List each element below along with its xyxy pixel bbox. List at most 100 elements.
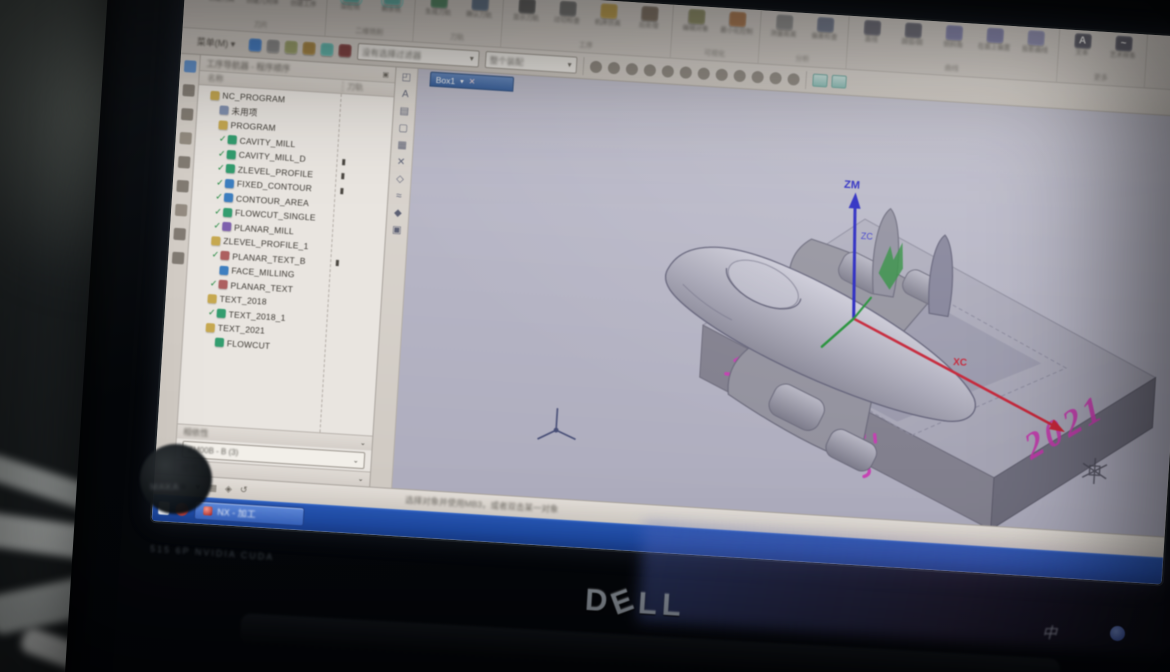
ribbon-button[interactable]: 生成刀轨 [420,0,456,31]
ribbon-button[interactable]: 剩余铣 [373,0,409,28]
resource-bar-icon[interactable] [179,132,192,145]
watermark-subtext: 中 [1042,622,1057,643]
toolpath-status-icon: ▮ [335,258,383,270]
selection-tool-icon[interactable] [320,43,334,57]
viewport-tool-icon[interactable]: ▤ [399,106,409,118]
toolpath-status-icon [332,306,380,309]
operation-icon [226,150,236,160]
ribbon-group: 生成刀轨 确认刀轨 刀轨 [413,0,504,47]
resource-bar-icon[interactable] [182,84,195,97]
selection-filter-combo[interactable]: 没有选择过滤器 ▾ [356,43,479,68]
ribbon-button-label: 文本 [1075,49,1088,57]
selection-scope-combo[interactable]: 整个装配 ▾ [484,51,577,74]
tree-indent [198,94,200,95]
ribbon-button-label: 直线 [865,36,878,44]
ribbon-button[interactable]: 确认刀轨 [461,0,497,34]
view-tool-icon[interactable] [715,68,728,81]
graphics-viewport[interactable]: Box1 ▾ ✕ [392,69,1170,537]
view-tool-icon[interactable] [697,67,710,80]
ribbon-button[interactable]: 最小化控制 [718,10,754,50]
close-icon[interactable]: ✕ [468,77,475,86]
view-tool-icon[interactable] [679,66,692,79]
ribbon-button[interactable]: A 文本 [1064,31,1100,71]
operation-navigator: 工序导航器 - 程序顺序 ▣ 名称 刀轨 [175,55,397,486]
selection-tool-icon[interactable] [302,41,316,55]
viewport-tool-icon[interactable]: A [402,89,409,100]
ribbon-button[interactable]: ~ 艺术样条 [1105,34,1141,74]
pin-icon[interactable]: ▣ [382,70,389,78]
resource-bar-icon[interactable] [183,60,196,73]
render-style-icon[interactable] [831,75,847,89]
resource-bar-icon[interactable] [171,252,184,265]
toolbar-separator [582,57,584,75]
ribbon-button[interactable]: 机床仿真 [590,2,626,42]
tree-indent [190,224,212,226]
menu-button[interactable]: 菜单(M) ▾ [189,31,243,53]
tree-indent [197,123,209,125]
viewport-tool-icon[interactable]: ▢ [398,123,408,135]
ribbon-button[interactable]: 后处理 [631,4,667,44]
view-tool-icon[interactable] [643,63,656,76]
ribbon-button[interactable]: 编辑对象 [678,7,714,47]
ribbon-button-icon [816,17,834,33]
column-toolpath[interactable]: 刀轨 [342,81,395,95]
taskbar-app-button[interactable]: NX - 加工 [194,501,305,527]
view-tool-icon[interactable] [733,69,746,82]
viewport-tool-icon[interactable]: ▣ [392,224,402,236]
viewport-tool-icon[interactable]: ◰ [401,72,411,84]
selection-tool-icon[interactable] [338,44,352,58]
view-tool-icon[interactable] [751,70,764,83]
ribbon-button-icon [600,3,618,19]
viewport-tool-icon[interactable]: ◆ [394,208,402,219]
ribbon-button[interactable]: 投影曲线 [1017,28,1053,68]
ribbon-button[interactable]: 圆弧/圆 [894,21,930,61]
selection-tool-icon[interactable] [266,39,280,53]
ribbon-button[interactable]: 显示刀轨 [508,0,544,36]
resource-bar-icon[interactable] [176,180,189,193]
chevron-down-icon: ⌄ [360,439,366,447]
ribbon-button[interactable]: 创建工序 [285,0,321,22]
ribbon-button[interactable]: 偏差检查 [806,15,842,55]
view-tool-icon[interactable] [607,61,620,74]
chevron-down-icon[interactable]: ▾ [460,77,464,85]
ribbon-button-icon [945,25,963,41]
ribbon-button-icon [728,11,746,27]
ribbon-button[interactable]: 倒斜角 [935,23,971,63]
ribbon-button[interactable]: 创建几何体 [244,0,280,20]
check-icon: ✓ [216,163,227,175]
render-style-icon[interactable] [812,74,828,88]
nx-app-window: 创建刀具 创建几何体 创建工序 [152,0,1170,584]
viewport-tool-icon[interactable]: ✕ [397,157,406,169]
viewport-tool-icon[interactable]: ▦ [397,140,407,152]
view-tool-icon[interactable] [625,62,638,75]
main-area: 工序导航器 - 程序顺序 ▣ 名称 刀轨 [155,54,1170,537]
resource-bar-icon[interactable] [180,108,193,121]
ribbon-group: 编辑对象 最小化控制 可视化 [671,5,762,63]
view-tool-icon[interactable] [769,71,782,84]
check-icon [209,124,219,125]
view-tool-icon[interactable] [787,72,800,85]
selection-tool-icon[interactable] [284,40,298,54]
ribbon-button[interactable]: 直线 [853,18,889,58]
resource-bar-icon[interactable] [173,228,186,241]
selection-tool-icon[interactable] [248,38,262,52]
status-icon[interactable]: ◈ [225,483,233,494]
viewport-tool-icon[interactable]: ◇ [396,174,404,185]
operation-icon [225,179,235,189]
view-tool-icon[interactable] [661,65,674,78]
ribbon-button[interactable]: 在面上偏置 [976,26,1012,66]
operation-icon [224,193,234,203]
blob-text: MAKA [150,482,180,492]
viewport-tool-icon[interactable]: ≈ [396,191,402,202]
ribbon-button-label: 生成刀轨 [425,8,451,17]
resource-bar-icon[interactable] [174,204,187,217]
check-icon [196,327,206,328]
ribbon-button[interactable]: 型腔铣 [332,0,368,25]
resource-bar-icon[interactable] [177,156,190,169]
ribbon-button-icon [904,22,922,38]
ribbon-button[interactable]: 过切检查 [549,0,585,39]
status-icon[interactable]: ↺ [240,484,248,495]
view-tool-icon[interactable] [589,60,602,73]
ribbon-button[interactable]: 测量距离 [765,13,801,53]
tree-row-label: FLOWCUT [227,338,330,354]
